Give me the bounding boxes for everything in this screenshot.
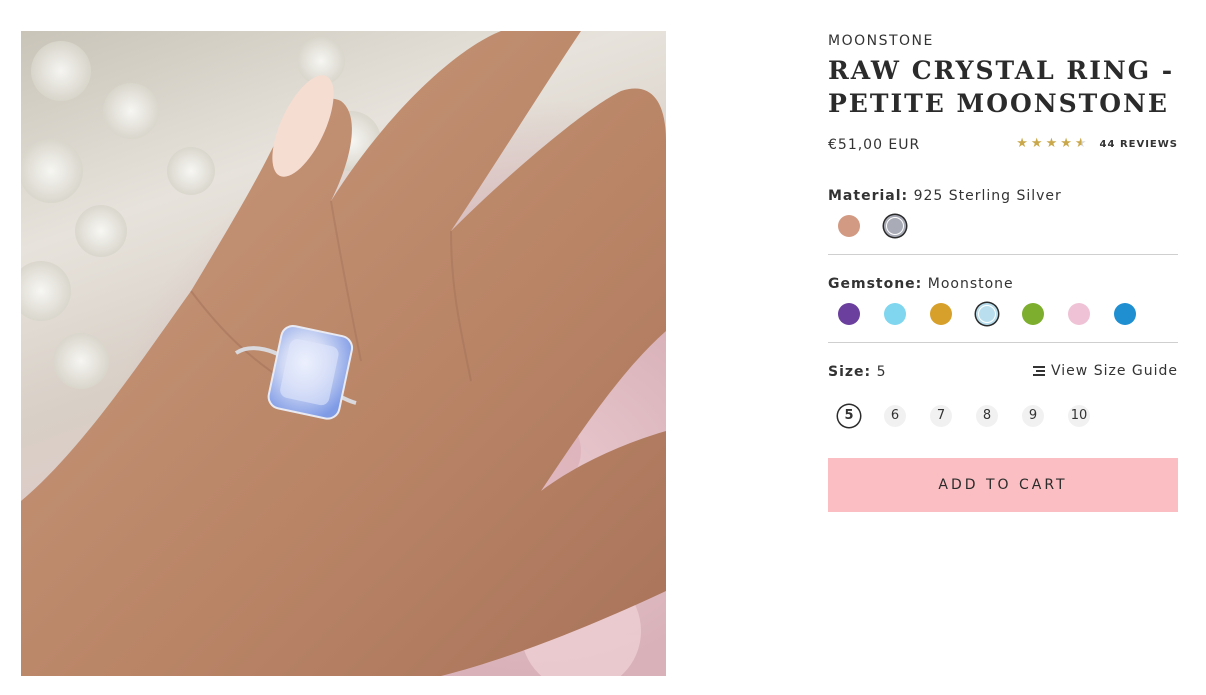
- divider: [828, 342, 1178, 343]
- star-icon: ★: [1060, 136, 1072, 151]
- size-label-row: Size: 5: [828, 364, 887, 380]
- star-icon: ★: [1016, 136, 1028, 151]
- size-option-5[interactable]: 5: [838, 405, 860, 427]
- size-guide-label: View Size Guide: [1051, 363, 1178, 379]
- size-label: Size:: [828, 364, 872, 380]
- size-options: 5 6 7 8 9 10: [838, 405, 1090, 427]
- size-option-8[interactable]: 8: [976, 405, 998, 427]
- product-title: RAW CRYSTAL RING - PETITE MOONSTONE: [828, 56, 1175, 118]
- gemstone-swatch-rose-quartz[interactable]: [1068, 303, 1090, 325]
- size-guide-link[interactable]: View Size Guide: [1033, 363, 1178, 379]
- gemstone-swatch-amethyst[interactable]: [838, 303, 860, 325]
- star-icon: ★: [1045, 136, 1058, 151]
- gemstone-swatch-aquamarine[interactable]: [884, 303, 906, 325]
- half-star-icon: ★: [1074, 136, 1087, 151]
- product-brand[interactable]: MOONSTONE: [828, 33, 934, 49]
- size-option-7[interactable]: 7: [930, 405, 952, 427]
- material-value: 925 Sterling Silver: [913, 188, 1062, 204]
- size-option-9[interactable]: 9: [1022, 405, 1044, 427]
- add-to-cart-button[interactable]: ADD TO CART: [828, 458, 1178, 512]
- gemstone-swatch-citrine[interactable]: [930, 303, 952, 325]
- size-option-10[interactable]: 10: [1068, 405, 1090, 427]
- product-price: €51,00 EUR: [828, 137, 921, 153]
- material-swatch-sterling-silver[interactable]: [884, 215, 906, 237]
- gemstone-swatch-peridot[interactable]: [1022, 303, 1044, 325]
- size-option-6[interactable]: 6: [884, 405, 906, 427]
- star-icon: ★: [1030, 136, 1043, 151]
- material-swatch-rose-gold[interactable]: [838, 215, 860, 237]
- gemstone-swatch-blue-topaz[interactable]: [1114, 303, 1136, 325]
- gemstone-swatch-moonstone[interactable]: [976, 303, 998, 325]
- ruler-icon: [1033, 366, 1046, 376]
- product-image: [21, 31, 666, 676]
- material-label-row: Material: 925 Sterling Silver: [828, 188, 1062, 204]
- gemstone-swatches: [838, 303, 1136, 325]
- material-label: Material:: [828, 188, 909, 204]
- product-rating[interactable]: ★ ★ ★ ★ ★ 44 REVIEWS: [1016, 137, 1178, 151]
- gemstone-value: Moonstone: [927, 276, 1014, 292]
- hand-with-ring-illustration: [21, 31, 666, 676]
- size-value: 5: [876, 364, 887, 380]
- rating-stars: ★ ★ ★ ★ ★: [1016, 137, 1086, 151]
- divider: [828, 254, 1178, 255]
- reviews-link[interactable]: 44 REVIEWS: [1100, 139, 1178, 150]
- gemstone-label: Gemstone:: [828, 276, 923, 292]
- material-swatches: [838, 215, 906, 237]
- gemstone-label-row: Gemstone: Moonstone: [828, 276, 1014, 292]
